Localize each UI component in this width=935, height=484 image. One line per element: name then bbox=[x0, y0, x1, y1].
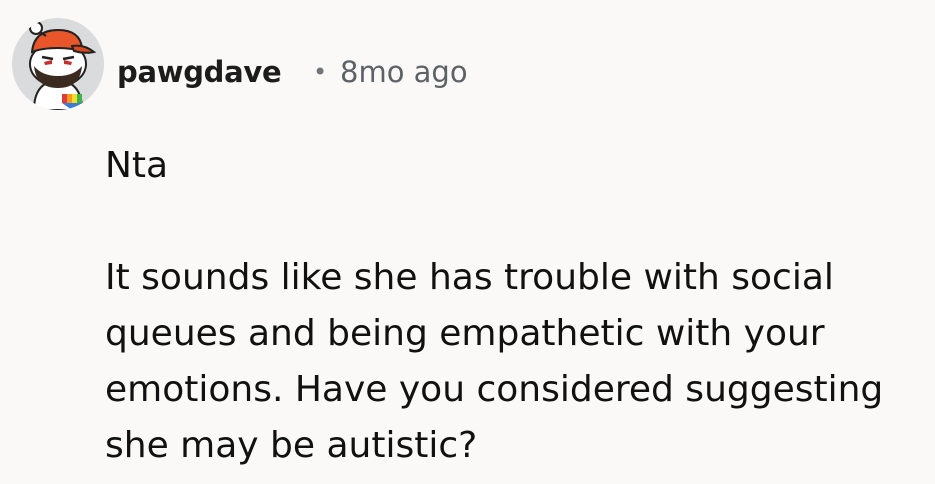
avatar[interactable] bbox=[12, 18, 104, 110]
username-link[interactable]: pawgdave bbox=[117, 50, 282, 94]
comment-paragraph: Nta bbox=[105, 145, 169, 186]
comment-body: Nta It sounds like she has trouble with … bbox=[105, 138, 925, 474]
meta-separator: • bbox=[313, 58, 328, 86]
snoo-avatar-icon bbox=[29, 21, 97, 110]
comment: pawgdave • 8mo ago Nta It sounds like sh… bbox=[0, 0, 935, 484]
comment-paragraph: It sounds like she has trouble with soci… bbox=[105, 257, 884, 466]
comment-timestamp[interactable]: 8mo ago bbox=[340, 50, 468, 94]
